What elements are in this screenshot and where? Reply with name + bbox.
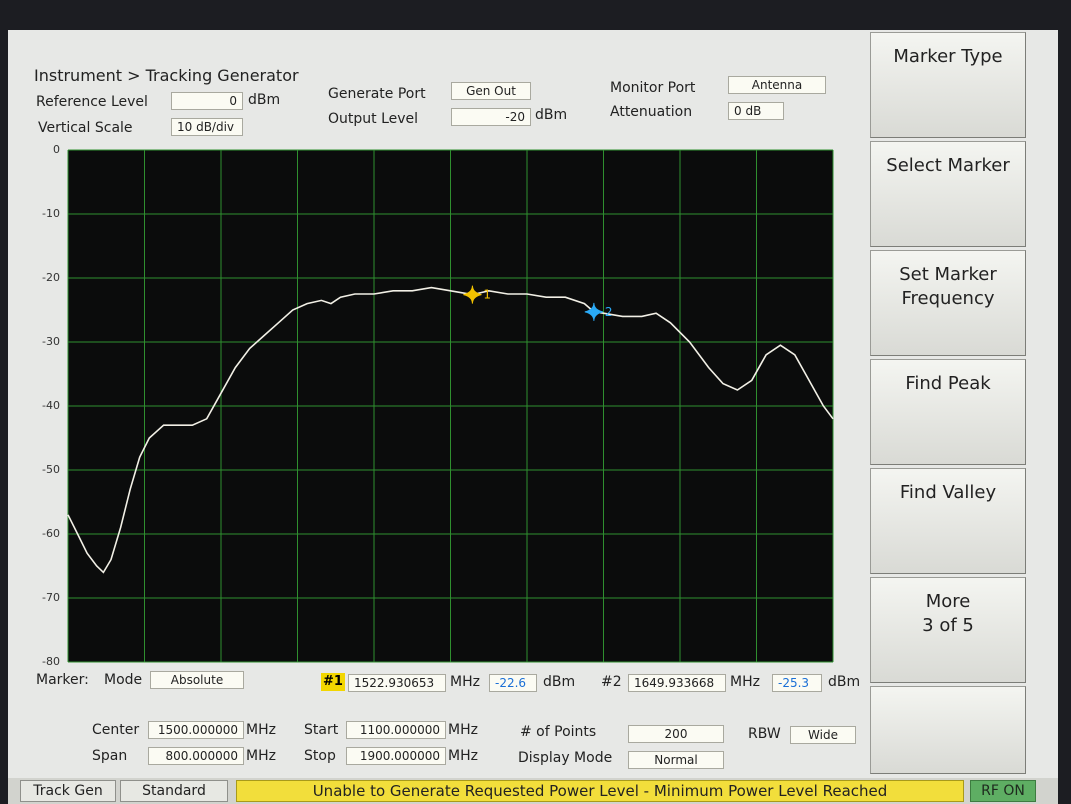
more-softkey[interactable]: More 3 of 5 (870, 577, 1026, 683)
trace-svg: 12 (67, 149, 834, 663)
status-message: Unable to Generate Requested Power Level… (236, 780, 964, 802)
generate-port-label: Generate Port (328, 86, 426, 102)
stop-label: Stop (304, 748, 336, 764)
softkey-line: Marker Type (893, 46, 1003, 67)
output-level-label: Output Level (328, 111, 419, 127)
find-peak-softkey[interactable]: Find Peak (870, 359, 1026, 465)
output-level-unit: dBm (535, 107, 568, 123)
marker2-frequency-unit: MHz (730, 674, 760, 690)
instrument-screen: Instrument > Tracking Generator Referenc… (8, 30, 1058, 804)
softkey-line: Find Valley (899, 482, 997, 503)
softkey-line: Find Peak (905, 373, 991, 394)
monitor-port-field[interactable]: Antenna (728, 76, 826, 94)
output-level-field[interactable]: -20 (451, 108, 531, 126)
find-valley-softkey[interactable]: Find Valley (870, 468, 1026, 574)
standard-tab[interactable]: Standard (120, 780, 228, 802)
marker-mode-field[interactable]: Absolute (150, 671, 244, 689)
marker-1-label: 1 (483, 288, 491, 302)
status-bar: Track Gen Standard Unable to Generate Re… (8, 778, 1058, 804)
rf-on-indicator[interactable]: RF ON (970, 780, 1036, 802)
stop-field[interactable]: 1900.000000 (346, 747, 446, 765)
softkey-line: More (925, 591, 971, 612)
blank-softkey[interactable] (870, 686, 1026, 774)
display-mode-field[interactable]: Normal (628, 751, 724, 769)
marker-type-softkey[interactable]: Marker Type (870, 32, 1026, 138)
marker2-level-unit: dBm (828, 674, 861, 690)
generate-port-field[interactable]: Gen Out (451, 82, 531, 100)
start-unit: MHz (448, 722, 478, 738)
marker1-frequency-field[interactable]: 1522.930653 (348, 674, 446, 692)
trace-plot: 0 -10 -20 -30 -40 -50 -60 -70 -80 12 (28, 143, 838, 698)
points-label: # of Points (520, 724, 597, 740)
reference-level-field[interactable]: 0 (171, 92, 243, 110)
center-unit: MHz (246, 722, 276, 738)
breadcrumb: Instrument > Tracking Generator (34, 66, 299, 85)
points-field[interactable]: 200 (628, 725, 724, 743)
monitor-port-label: Monitor Port (610, 80, 696, 96)
marker-mode-label: Mode (104, 672, 143, 688)
center-label: Center (92, 722, 140, 738)
start-label: Start (304, 722, 339, 738)
vertical-scale-label: Vertical Scale (38, 120, 133, 136)
marker2-frequency-field[interactable]: 1649.933668 (628, 674, 726, 692)
start-field[interactable]: 1100.000000 (346, 721, 446, 739)
select-marker-softkey[interactable]: Select Marker (870, 141, 1026, 247)
center-field[interactable]: 1500.000000 (148, 721, 244, 739)
marker-label: Marker: (36, 672, 89, 688)
softkey-line: Frequency (901, 288, 995, 309)
marker1-level-unit: dBm (543, 674, 576, 690)
attenuation-label: Attenuation (610, 104, 693, 120)
marker1-tag[interactable]: #1 (321, 673, 345, 691)
attenuation-field[interactable]: 0 dB (728, 102, 784, 120)
softkey-line: Select Marker (886, 155, 1010, 176)
marker1-frequency-unit: MHz (450, 674, 480, 690)
marker-2-label: 2 (605, 305, 613, 319)
marker2-tag[interactable]: #2 (601, 674, 622, 690)
track-gen-tab[interactable]: Track Gen (20, 780, 116, 802)
span-field[interactable]: 800.000000 (148, 747, 244, 765)
marker2-level-field[interactable]: -25.3 (772, 674, 822, 692)
stop-unit: MHz (448, 748, 478, 764)
softkey-line: Set Marker (899, 264, 997, 285)
reference-level-unit: dBm (248, 92, 281, 108)
vertical-scale-field[interactable]: 10 dB/div (171, 118, 243, 136)
display-mode-label: Display Mode (518, 750, 613, 766)
span-unit: MHz (246, 748, 276, 764)
softkey-line: 3 of 5 (922, 615, 974, 636)
reference-level-label: Reference Level (36, 94, 148, 110)
span-label: Span (92, 748, 128, 764)
rbw-label: RBW (748, 726, 781, 742)
set-marker-frequency-softkey[interactable]: Set Marker Frequency (870, 250, 1026, 356)
marker1-level-field[interactable]: -22.6 (489, 674, 537, 692)
rbw-field[interactable]: Wide (790, 726, 856, 744)
